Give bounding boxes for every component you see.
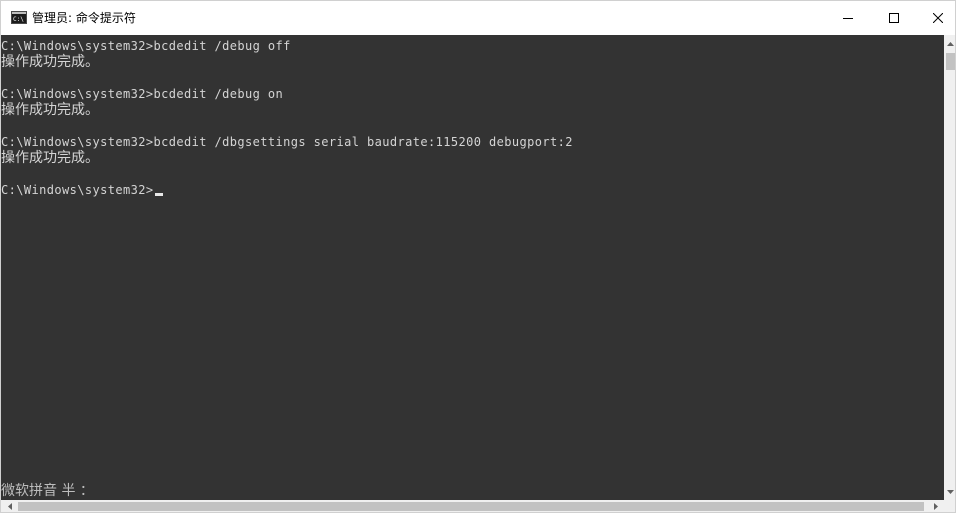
console-line-output: 操作成功完成。 xyxy=(1,54,99,70)
arrow-up-icon xyxy=(947,41,954,46)
maximize-icon xyxy=(889,13,899,23)
arrow-right-icon xyxy=(933,503,938,510)
close-button[interactable] xyxy=(915,1,955,35)
maximize-button[interactable] xyxy=(871,1,917,35)
scroll-down-button[interactable] xyxy=(944,483,955,500)
console-line-command: C:\Windows\system32>bcdedit /debug on xyxy=(1,87,284,101)
console-lines: C:\Windows\system32>bcdedit /debug off 操… xyxy=(1,38,573,198)
text-cursor xyxy=(154,193,163,196)
svg-text:C:\: C:\ xyxy=(13,16,24,23)
minimize-button[interactable] xyxy=(825,1,871,35)
cmd-icon: C:\ xyxy=(11,11,27,24)
console-line-output: 操作成功完成。 xyxy=(1,102,99,118)
title-bar[interactable]: C:\ 管理员: 命令提示符 xyxy=(1,1,955,35)
console-line-command: C:\Windows\system32>bcdedit /dbgsettings… xyxy=(1,135,573,149)
console-output[interactable]: C:\Windows\system32>bcdedit /debug off 操… xyxy=(1,35,944,500)
console-prompt-line[interactable]: C:\Windows\system32> xyxy=(1,182,573,198)
scroll-up-button[interactable] xyxy=(944,35,955,52)
close-icon xyxy=(933,13,943,23)
scrollbar-corner xyxy=(944,500,955,512)
arrow-down-icon xyxy=(947,489,954,494)
command-prompt-window: C:\ 管理员: 命令提示符 C:\Windows\system32>bcded… xyxy=(0,0,956,513)
horizontal-scroll-thumb[interactable] xyxy=(18,502,924,511)
scroll-left-button[interactable] xyxy=(1,500,18,512)
horizontal-scrollbar[interactable] xyxy=(1,500,944,512)
console-prompt: C:\Windows\system32> xyxy=(1,183,154,197)
vertical-scroll-thumb[interactable] xyxy=(946,53,955,70)
arrow-left-icon xyxy=(7,503,12,510)
console-line-command: C:\Windows\system32>bcdedit /debug off xyxy=(1,39,291,53)
window-title: 管理员: 命令提示符 xyxy=(32,11,136,25)
minimize-icon xyxy=(843,18,853,19)
vertical-scrollbar[interactable] xyxy=(944,35,955,500)
scroll-right-button[interactable] xyxy=(927,500,944,512)
console-line-output: 操作成功完成。 xyxy=(1,150,99,166)
ime-status: 微软拼音 半 ： xyxy=(1,483,94,499)
